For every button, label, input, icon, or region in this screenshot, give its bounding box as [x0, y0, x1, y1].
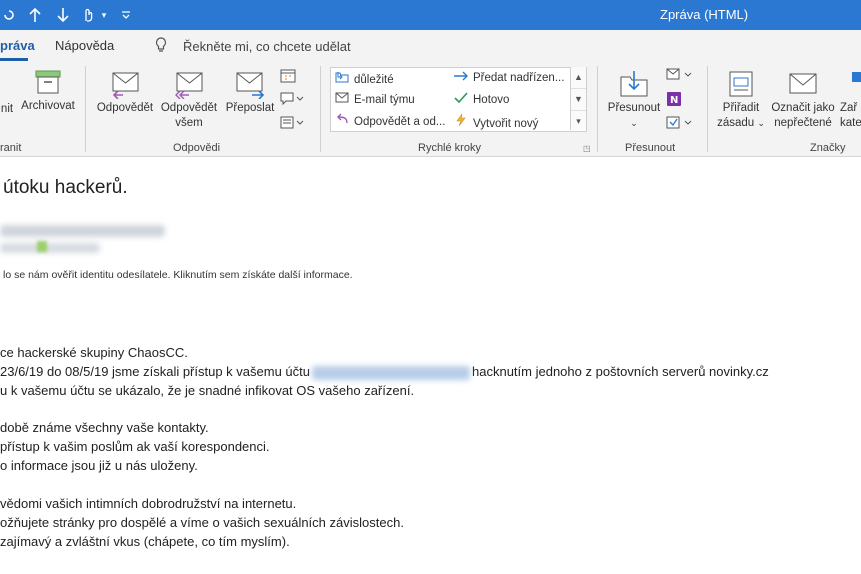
sender-redacted: [0, 225, 165, 237]
categorize-button[interactable]: Zař kate: [840, 69, 861, 131]
ribbon-tabs: práva Nápověda: [0, 30, 861, 62]
assign-policy-label-2: zásadu: [717, 117, 755, 129]
sender-verification-infobar[interactable]: lo se nám ověřit identitu odesílatele. K…: [3, 269, 353, 281]
im-reply-icon[interactable]: [280, 92, 304, 109]
message-subject: útoku hackerů.: [3, 177, 128, 198]
categorize-label-2: kate: [840, 117, 861, 129]
assign-policy-label-1: Přiřadit: [722, 102, 760, 114]
gallery-expand-icon[interactable]: ▾: [571, 111, 586, 132]
window-title: Zpráva (HTML): [660, 7, 749, 22]
app-circle-icon[interactable]: [0, 0, 18, 30]
quick-step-done[interactable]: Hotovo: [453, 92, 509, 106]
quick-steps-gallery: důležité Předat nadřízen... E-mail týmu …: [330, 67, 587, 132]
body-line: zajímavý a zvláštní vkus (chápete, co tí…: [0, 534, 290, 549]
reply-all-icon: [175, 72, 203, 99]
quick-steps-scroll[interactable]: ▲ ▼ ▾: [570, 67, 586, 130]
dialog-launcher-icon[interactable]: ◳: [583, 144, 591, 153]
assign-policy-button[interactable]: Přiřadit zásadu ⌄: [712, 69, 770, 131]
redacted-email: [312, 365, 471, 380]
more-respond-icon[interactable]: [280, 116, 304, 133]
reply-all-button[interactable]: Odpovědět všem: [158, 69, 220, 131]
tags-group-label: Značky: [810, 142, 846, 154]
chevron-down-icon: ⌄: [630, 118, 638, 128]
recipient-status-icon: [37, 241, 47, 252]
svg-text:N: N: [670, 95, 678, 106]
rules-icon[interactable]: [666, 68, 692, 85]
move-button[interactable]: Přesunout ⌄: [605, 69, 663, 131]
body-line: 23/6/19 do 08/5/19 jsme získali přístup …: [0, 364, 769, 380]
body-line: ožňujete stránky pro dospělé a víme o va…: [0, 515, 404, 530]
chevron-down-icon: ⌄: [757, 118, 765, 128]
quick-step-forward-manager[interactable]: Předat nadřízen...: [453, 71, 564, 84]
archive-label: Archivovat: [21, 100, 75, 112]
scroll-up-icon[interactable]: ▲: [571, 67, 586, 89]
meeting-icon[interactable]: [280, 68, 298, 87]
onenote-icon[interactable]: N: [666, 91, 682, 110]
reply-all-label-1: Odpovědět: [160, 102, 218, 114]
quick-step-reply-delete[interactable]: Odpovědět a od...: [334, 113, 445, 128]
folder-arrow-icon: [334, 71, 350, 86]
recipient-redacted: [0, 243, 100, 253]
ignore-label: nit: [0, 103, 14, 115]
mark-unread-button[interactable]: Označit jako nepřečtené: [768, 69, 838, 131]
reply-label: Odpovědět: [96, 102, 154, 114]
assign-policy-icon: [729, 71, 753, 97]
check-icon: [453, 92, 469, 106]
lightning-icon: [453, 113, 469, 130]
move-label: Přesunout: [607, 102, 661, 114]
scroll-down-icon[interactable]: ▼: [571, 89, 586, 111]
tab-help[interactable]: Nápověda: [55, 38, 114, 53]
touch-mode-icon[interactable]: [80, 0, 96, 30]
tell-me-search[interactable]: Řekněte mi, co chcete udělat: [183, 39, 351, 54]
group-separator: [707, 66, 708, 152]
body-line: vědomi vašich intimních dobrodružství na…: [0, 496, 297, 511]
respond-group-label: Odpovědi: [173, 142, 221, 154]
forward-label: Přeposlat: [225, 102, 275, 114]
category-icon: [852, 72, 861, 82]
move-group-label: Přesunout: [625, 142, 676, 154]
forward-arrow-icon: [453, 71, 469, 84]
quick-steps-group-label: Rychlé kroky: [418, 142, 481, 154]
forward-icon: [236, 72, 265, 99]
body-line: ce hackerské skupiny ChaosCC.: [0, 345, 188, 360]
reply-button[interactable]: Odpovědět: [95, 69, 155, 116]
group-separator: [597, 66, 598, 152]
body-line: u k vašemu účtu se ukázalo, že je snadné…: [0, 383, 415, 398]
chevron-down-icon[interactable]: ▾: [98, 0, 110, 30]
body-line: době známe všechny vaše kontakty.: [0, 420, 209, 435]
quick-step-team-email[interactable]: E-mail týmu: [334, 92, 415, 106]
unread-envelope-icon: [789, 73, 817, 94]
mark-unread-label-2: nepřečtené: [774, 117, 832, 129]
delete-group-label: ranit: [0, 142, 22, 154]
quick-step-create-new[interactable]: Vytvořit nový: [453, 113, 538, 130]
ignore-button[interactable]: nit: [0, 102, 14, 117]
lightbulb-icon: [155, 37, 167, 56]
envelope-icon: [334, 92, 350, 106]
group-separator: [320, 66, 321, 152]
customize-qat-icon[interactable]: [118, 0, 134, 30]
group-separator: [85, 66, 86, 152]
categorize-label-1: Zař: [840, 102, 858, 114]
active-tab-indicator: [0, 58, 28, 61]
archive-button[interactable]: Archivovat: [17, 69, 79, 114]
reply-icon: [112, 72, 139, 99]
reply-delete-icon: [334, 113, 350, 128]
arrow-up-icon[interactable]: [24, 0, 46, 30]
body-line: o informace jsou již u nás uloženy.: [0, 458, 198, 473]
mark-unread-label-1: Označit jako: [771, 102, 835, 114]
tab-message[interactable]: práva: [0, 38, 35, 53]
actions-icon[interactable]: [666, 116, 692, 133]
ribbon: nit Archivovat ranit Odpovědět Odpovědět…: [0, 62, 861, 157]
arrow-down-icon[interactable]: [52, 0, 74, 30]
body-line: přístup k vašim poslům ak vaší korespond…: [0, 439, 270, 454]
reply-all-label-2: všem: [175, 117, 203, 129]
quick-step-important[interactable]: důležité: [334, 71, 394, 86]
title-bar: ▾ Zpráva (HTML): [0, 0, 861, 30]
forward-button[interactable]: Přeposlat: [222, 69, 278, 116]
archive-icon: [35, 70, 61, 94]
move-folder-icon: [620, 71, 648, 97]
